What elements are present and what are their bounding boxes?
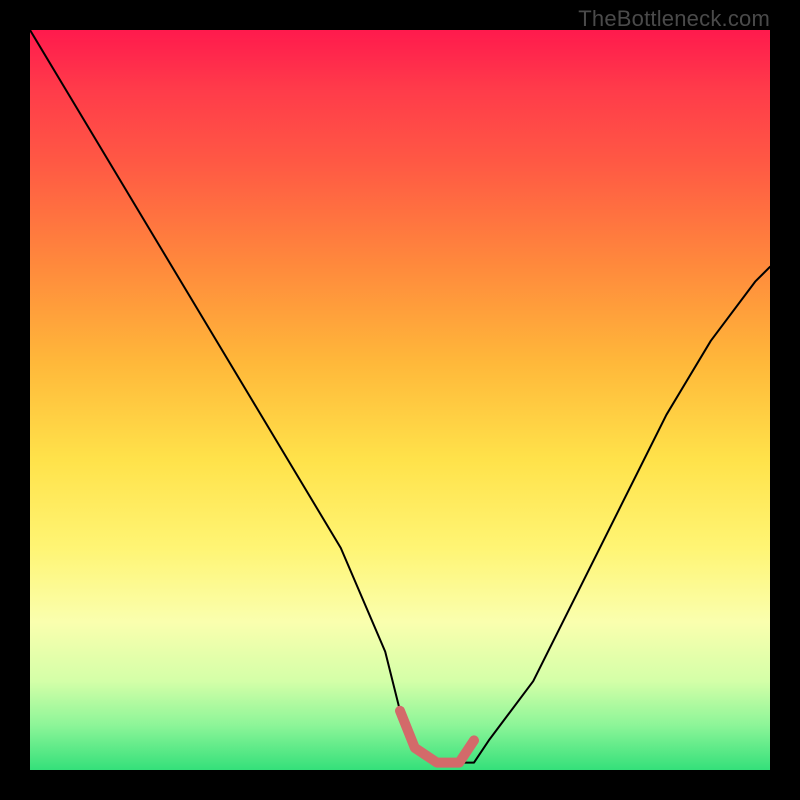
bottleneck-curve xyxy=(30,30,770,763)
valley-highlight xyxy=(400,711,474,763)
watermark-text: TheBottleneck.com xyxy=(578,6,770,32)
plot-area xyxy=(30,30,770,770)
chart-svg xyxy=(30,30,770,770)
chart-frame: TheBottleneck.com xyxy=(0,0,800,800)
